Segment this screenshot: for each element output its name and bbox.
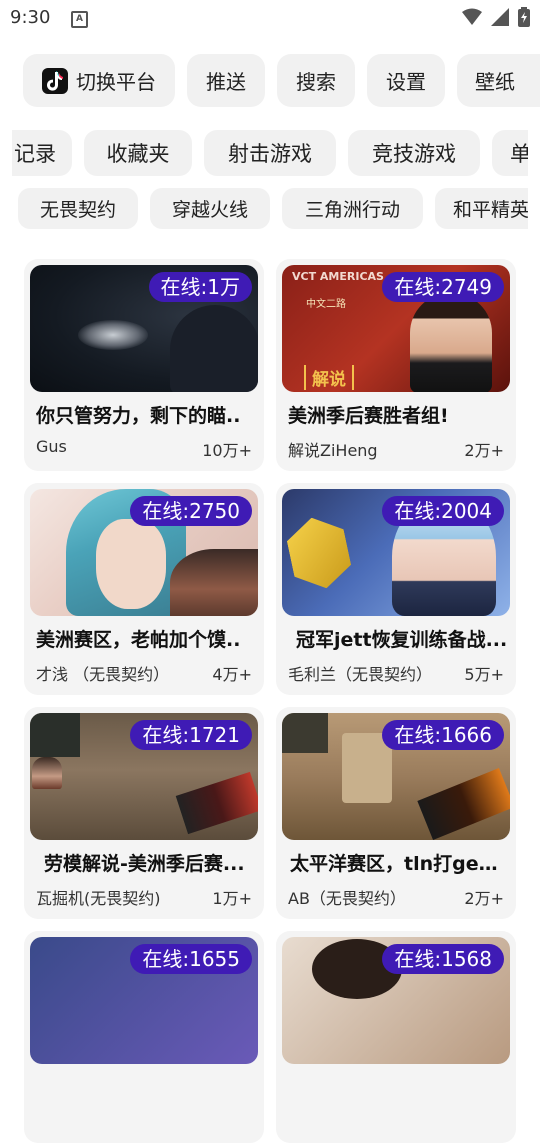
stream-thumbnail: 在线:1655 — [30, 937, 258, 1064]
thumbnail-webcam — [32, 757, 62, 789]
thumbnail-emblem — [283, 512, 355, 594]
stream-thumbnail: VCT AMERICAS 中文二路 解说 在线:2749 — [282, 265, 510, 392]
wifi-icon — [461, 8, 482, 25]
online-count-badge: 在线:1666 — [382, 720, 504, 750]
game-peacekeeper-elite[interactable]: 和平精英 — [435, 188, 528, 229]
online-count-badge: 在线:1655 — [130, 944, 252, 974]
stream-title: 太平洋赛区，tln打gen... — [290, 853, 510, 875]
online-count-badge: 在线:2749 — [382, 272, 504, 302]
game-label: 和平精英 — [453, 199, 528, 221]
online-count-badge: 在线:2004 — [382, 496, 504, 526]
streamer-name: 毛利兰（无畏契约） — [288, 665, 433, 684]
thumbnail-smoke — [78, 320, 148, 350]
category-label: 记录 — [14, 142, 56, 166]
category-history[interactable]: 记录 — [12, 130, 72, 176]
streamer-name: 解说ZiHeng — [288, 441, 378, 460]
wallpaper-button[interactable]: 壁纸 — [457, 54, 540, 107]
category-single[interactable]: 单 — [492, 130, 528, 176]
online-count-badge: 在线:1721 — [130, 720, 252, 750]
viewer-count: 5万+ — [464, 665, 504, 684]
stream-thumbnail: 在线:2004 — [282, 489, 510, 616]
settings-label: 设置 — [386, 70, 426, 94]
stream-title: 冠军jett恢复训练备战... — [296, 629, 508, 651]
thumbnail-weapon — [175, 771, 258, 835]
push-label: 推送 — [206, 70, 246, 94]
stream-thumbnail: 在线:2750 — [30, 489, 258, 616]
game-label: 穿越火线 — [171, 199, 248, 221]
thumbnail-figure-face — [96, 519, 166, 609]
status-icons — [458, 6, 530, 27]
game-label: 三角洲行动 — [304, 199, 400, 221]
push-button[interactable]: 推送 — [187, 54, 265, 107]
online-count-badge: 在线:2750 — [130, 496, 252, 526]
stream-card[interactable]: 在线:1655 — [24, 931, 264, 1143]
search-label: 搜索 — [296, 70, 336, 94]
stream-title: 你只管努力，剩下的瞄.. — [36, 405, 241, 427]
category-label: 收藏夹 — [106, 142, 170, 166]
viewer-count: 2万+ — [464, 441, 504, 460]
viewer-count: 4万+ — [212, 665, 252, 684]
thumbnail-weapon — [417, 768, 510, 840]
thumbnail-subtitle: 中文二路 — [306, 299, 346, 310]
stream-thumbnail: 在线:1568 — [282, 937, 510, 1064]
stream-thumbnail: 在线:1666 — [282, 713, 510, 840]
stream-title: 美洲赛区，老帕加个馍.. — [36, 629, 241, 651]
battery-icon — [518, 6, 530, 27]
category-shooting-games[interactable]: 射击游戏 — [204, 130, 336, 176]
stream-thumbnail: 在线:1721 — [30, 713, 258, 840]
streamer-name: AB（无畏契约） — [288, 889, 406, 908]
thumbnail-tag: 解说 — [304, 365, 354, 390]
viewer-count: 10万+ — [202, 441, 252, 460]
category-label: 竞技游戏 — [372, 142, 456, 166]
stream-card[interactable]: 在线:2004 冠军jett恢复训练备战... 毛利兰（无畏契约） 5万+ — [276, 483, 516, 695]
stream-card[interactable]: VCT AMERICAS 中文二路 解说 在线:2749 美洲季后赛胜者组! 解… — [276, 259, 516, 471]
game-valorant[interactable]: 无畏契约 — [18, 188, 138, 229]
stream-card[interactable]: 在线:1万 你只管努力，剩下的瞄.. Gus 10万+ — [24, 259, 264, 471]
thumbnail-minimap — [30, 713, 80, 757]
stream-title: 美洲季后赛胜者组! — [288, 405, 449, 427]
thumbnail-logo-text: VCT AMERICAS — [292, 270, 384, 283]
online-count-badge: 在线:1568 — [382, 944, 504, 974]
game-delta-force[interactable]: 三角洲行动 — [282, 188, 423, 229]
notification-icon: A — [71, 11, 88, 28]
stream-title: 劳模解说-美洲季后赛... — [44, 853, 245, 875]
streamer-name: 瓦掘机(无畏契约) — [36, 889, 161, 908]
search-button[interactable]: 搜索 — [277, 54, 355, 107]
streamer-name: Gus — [36, 437, 67, 456]
tiktok-icon — [42, 67, 68, 94]
wallpaper-label: 壁纸 — [475, 70, 515, 94]
category-favorites[interactable]: 收藏夹 — [84, 130, 192, 176]
settings-button[interactable]: 设置 — [367, 54, 445, 107]
status-bar: 9:30 A — [0, 0, 540, 36]
switch-platform-label: 切换平台 — [76, 70, 156, 94]
status-time: 9:30 — [10, 7, 51, 28]
stream-thumbnail: 在线:1万 — [30, 265, 258, 392]
signal-icon — [490, 7, 509, 26]
streamer-name: 才浅 （无畏契约） — [36, 665, 170, 684]
stream-card[interactable]: 在线:1666 太平洋赛区，tln打gen... AB（无畏契约） 2万+ — [276, 707, 516, 919]
category-label: 单 — [510, 142, 528, 166]
game-label: 无畏契约 — [39, 199, 116, 221]
stream-card[interactable]: 在线:1568 — [276, 931, 516, 1143]
viewer-count: 1万+ — [212, 889, 252, 908]
stream-card[interactable]: 在线:2750 美洲赛区，老帕加个馍.. 才浅 （无畏契约） 4万+ — [24, 483, 264, 695]
online-count-badge: 在线:1万 — [148, 272, 252, 302]
stream-card[interactable]: 在线:1721 劳模解说-美洲季后赛... 瓦掘机(无畏契约) 1万+ — [24, 707, 264, 919]
switch-platform-button[interactable]: 切换平台 — [23, 54, 175, 107]
thumbnail-figure — [170, 305, 258, 392]
viewer-count: 2万+ — [464, 889, 504, 908]
thumbnail-minimap — [282, 713, 328, 753]
game-crossfire[interactable]: 穿越火线 — [150, 188, 270, 229]
thumbnail-figure-2 — [170, 549, 258, 616]
category-competitive-games[interactable]: 竞技游戏 — [348, 130, 480, 176]
thumbnail-figure — [410, 293, 492, 392]
category-label: 射击游戏 — [228, 142, 312, 166]
